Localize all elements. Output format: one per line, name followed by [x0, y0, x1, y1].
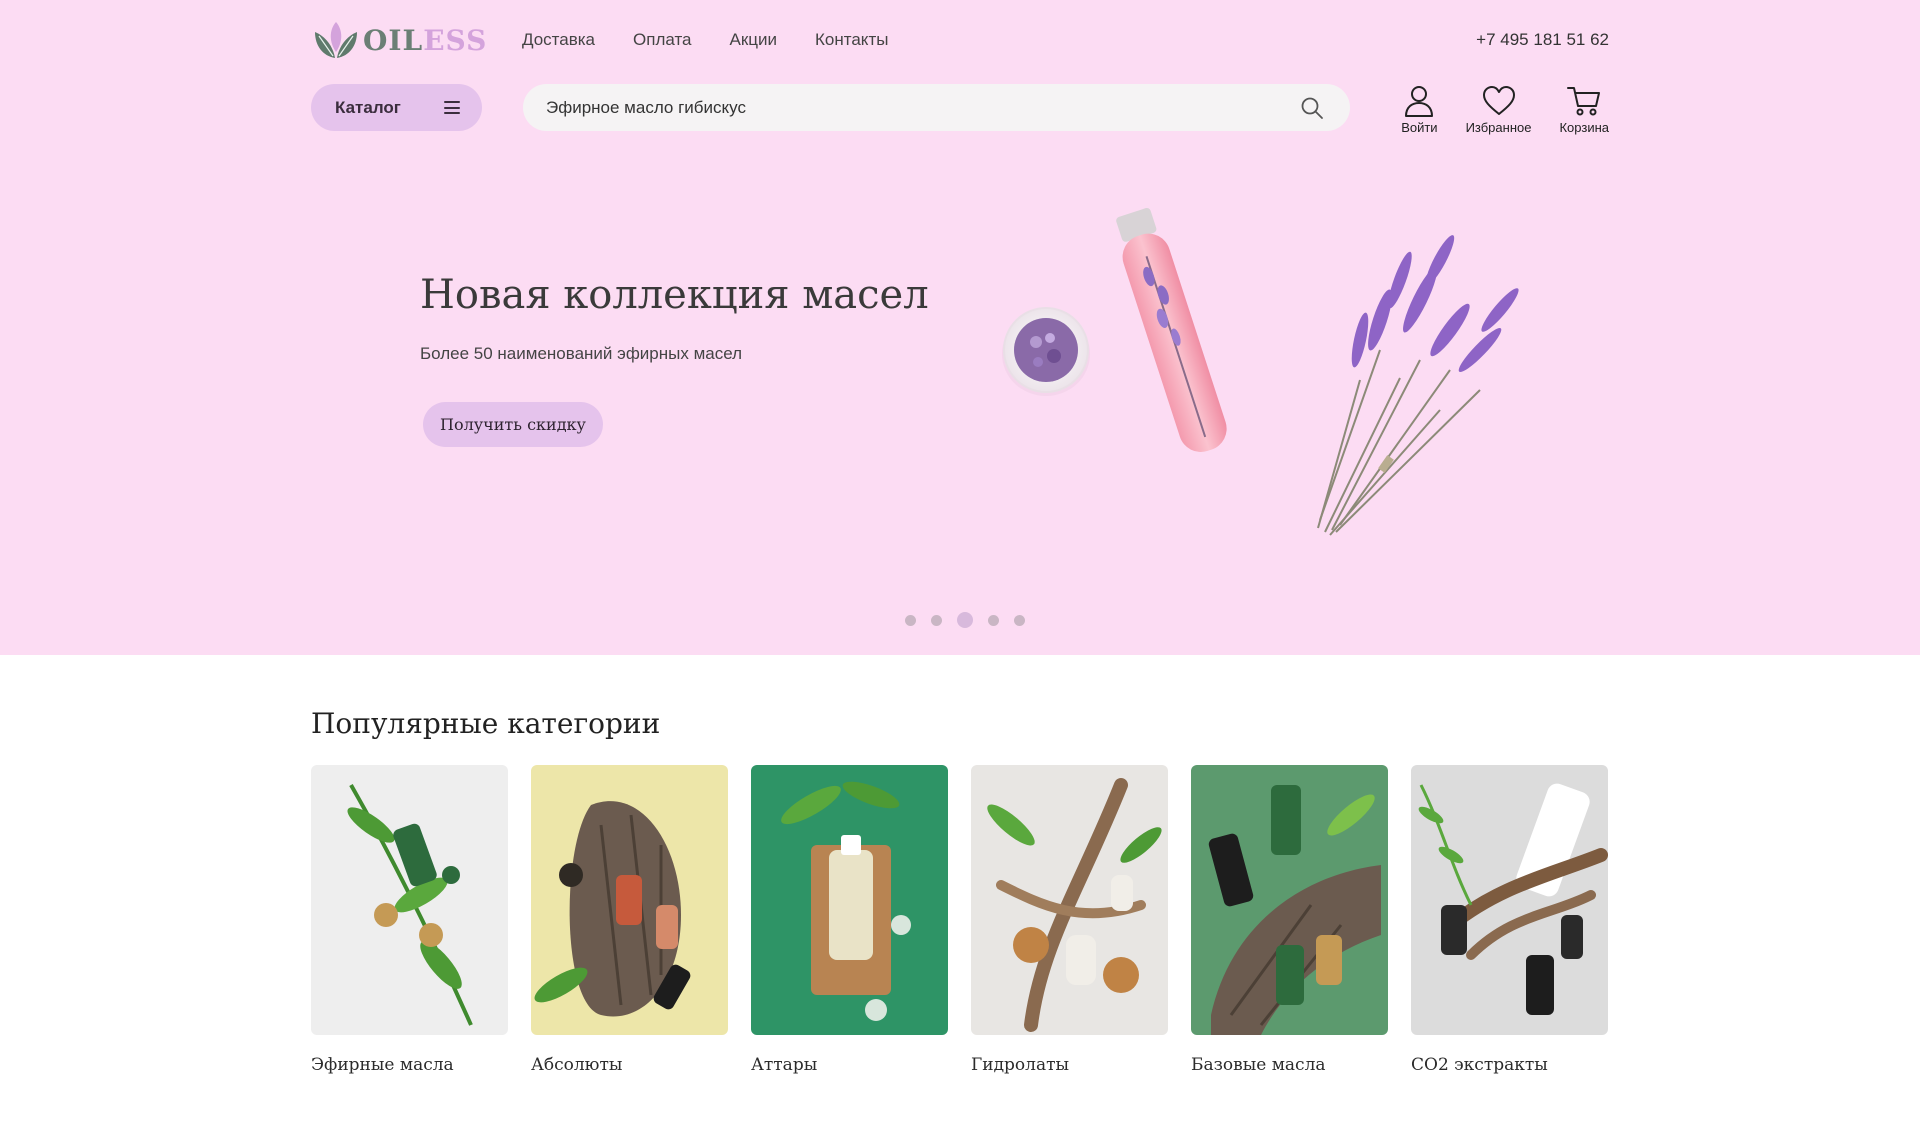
logo-text-oil: OIL	[363, 23, 424, 57]
user-icon	[1405, 86, 1434, 117]
main-nav: Доставка Оплата Акции Контакты	[522, 18, 926, 62]
category-image	[751, 765, 948, 1035]
hero-subtitle: Более 50 наименований эфирных масел	[420, 344, 743, 363]
category-image	[971, 765, 1168, 1035]
search-icon[interactable]	[1300, 96, 1324, 120]
category-image	[531, 765, 728, 1035]
cart-label: Корзина	[1559, 120, 1609, 135]
user-actions: Войти Избранное Корзина	[1373, 84, 1609, 138]
login-label: Войти	[1401, 120, 1438, 135]
category-label: CO2 экстракты	[1411, 1055, 1548, 1079]
nav-payment[interactable]: Оплата	[633, 30, 691, 50]
toolbar: Каталог Войти Избранное	[311, 84, 1609, 135]
logo-text-ess: ESS	[423, 23, 488, 57]
nav-delivery[interactable]: Доставка	[522, 30, 595, 50]
popular-categories-title: Популярные категории	[311, 707, 661, 740]
leaf-logo-icon	[315, 22, 357, 58]
search-bar	[523, 84, 1350, 131]
category-label: Гидролаты	[971, 1055, 1070, 1079]
category-list: Эфирные масла Абсолюты Аттары Гидролаты …	[311, 765, 1609, 1085]
cart-icon	[1567, 87, 1601, 116]
favorites-button[interactable]: Избранное	[1465, 84, 1532, 138]
get-discount-button[interactable]: Получить скидку	[423, 402, 603, 447]
category-card-co2-extracts[interactable]: CO2 экстракты	[1411, 765, 1608, 1079]
cart-button[interactable]: Корзина	[1559, 84, 1609, 138]
favorites-label: Избранное	[1465, 120, 1532, 135]
login-button[interactable]: Войти	[1401, 84, 1438, 138]
heart-icon	[1482, 86, 1515, 115]
catalog-button-label: Каталог	[335, 97, 401, 117]
top-bar: OILESS Доставка Оплата Акции Контакты +7…	[311, 18, 1609, 62]
hero-title: Новая коллекция масел	[420, 272, 929, 318]
catalog-button[interactable]: Каталог	[311, 84, 482, 131]
category-image	[311, 765, 508, 1035]
category-card-hydrolates[interactable]: Гидролаты	[971, 765, 1168, 1079]
category-label: Эфирные масла	[311, 1055, 454, 1079]
phone-number[interactable]: +7 495 181 51 62	[1476, 18, 1609, 62]
slide-dot-2[interactable]	[931, 614, 942, 626]
category-label: Базовые масла	[1191, 1055, 1326, 1079]
category-image	[1411, 765, 1608, 1035]
logo-text: OILESS	[363, 24, 487, 57]
logo[interactable]: OILESS	[311, 18, 487, 62]
slider-dots	[905, 612, 1040, 628]
nav-promotions[interactable]: Акции	[730, 30, 778, 50]
nav-contacts[interactable]: Контакты	[815, 30, 888, 50]
category-image	[1191, 765, 1388, 1035]
hero-product-image	[1002, 207, 1519, 536]
search-input[interactable]	[546, 84, 1286, 131]
category-card-attars[interactable]: Аттары	[751, 765, 948, 1079]
category-card-base-oils[interactable]: Базовые масла	[1191, 765, 1388, 1079]
menu-icon	[444, 101, 460, 114]
category-card-absolutes[interactable]: Абсолюты	[531, 765, 728, 1079]
slide-dot-1[interactable]	[905, 614, 916, 626]
category-card-essential-oils[interactable]: Эфирные масла	[311, 765, 508, 1079]
slide-dot-3[interactable]	[957, 612, 973, 628]
slide-dot-5[interactable]	[1014, 614, 1025, 626]
category-label: Аттары	[751, 1055, 839, 1079]
slide-dot-4[interactable]	[988, 614, 999, 626]
category-label: Абсолюты	[531, 1055, 623, 1079]
